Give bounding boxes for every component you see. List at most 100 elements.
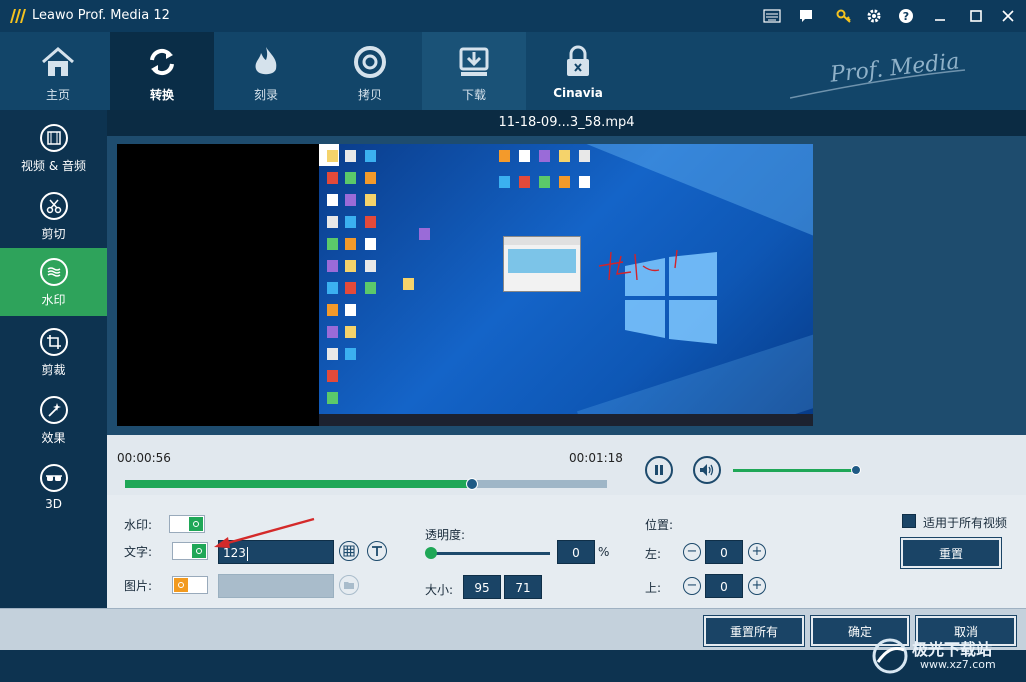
opacity-input[interactable]: 0 bbox=[557, 540, 595, 564]
desktop-app-icon bbox=[365, 260, 376, 272]
opacity-slider[interactable] bbox=[430, 552, 550, 555]
tab-download[interactable]: 下载 bbox=[422, 32, 526, 110]
left-increase-button[interactable]: + bbox=[748, 543, 766, 561]
top-label: 上: bbox=[645, 581, 662, 595]
desktop-app-icon bbox=[327, 304, 338, 316]
scissors-icon bbox=[39, 192, 68, 220]
reset-button[interactable]: 重置 bbox=[900, 537, 1002, 569]
tab-home[interactable]: 主页 bbox=[6, 32, 110, 110]
volume-slider[interactable] bbox=[733, 469, 857, 472]
message-icon[interactable] bbox=[796, 6, 816, 26]
site-watermark: 极光下载站 www.xz7.com bbox=[870, 630, 1020, 678]
desktop-app-icon bbox=[327, 194, 338, 206]
desktop-app-icon bbox=[539, 176, 550, 188]
desktop-app-icon bbox=[345, 304, 356, 316]
image-toggle[interactable] bbox=[172, 576, 208, 594]
tab-convert-label: 转换 bbox=[149, 88, 174, 102]
left-value: 0 bbox=[720, 546, 728, 560]
burn-icon bbox=[246, 44, 286, 80]
reset-all-button[interactable]: 重置所有 bbox=[703, 615, 805, 647]
progress-handle[interactable] bbox=[466, 478, 479, 490]
top-value: 0 bbox=[720, 580, 728, 594]
reset-all-label: 重置所有 bbox=[729, 624, 778, 639]
minus-icon: − bbox=[686, 544, 698, 559]
sidebar-item-watermark[interactable]: 水印 bbox=[0, 248, 107, 316]
reset-label: 重置 bbox=[938, 546, 963, 561]
desktop-app-icon bbox=[365, 238, 376, 250]
top-input[interactable]: 0 bbox=[705, 574, 743, 598]
color-palette-button[interactable] bbox=[339, 541, 359, 561]
sidebar-item-video-audio[interactable]: 视频 & 音频 bbox=[0, 114, 107, 182]
volume-handle[interactable] bbox=[851, 465, 861, 475]
desktop-app-icon bbox=[345, 238, 356, 250]
gear-icon[interactable] bbox=[864, 6, 884, 26]
watermark-toggle[interactable] bbox=[169, 515, 205, 533]
desktop-app-icon bbox=[327, 238, 338, 250]
size-height-input[interactable]: 71 bbox=[504, 575, 542, 599]
sidebar-item-crop[interactable]: 剪裁 bbox=[0, 318, 107, 386]
tab-copy[interactable]: 拷贝 bbox=[318, 32, 422, 110]
maximize-icon[interactable] bbox=[966, 6, 986, 26]
opacity-handle[interactable] bbox=[425, 547, 437, 559]
desktop-app-icon bbox=[365, 282, 376, 294]
sidebar-item-effect[interactable]: 效果 bbox=[0, 386, 107, 454]
size-label: 大小: bbox=[425, 583, 454, 597]
site-name: 极光下载站 bbox=[912, 640, 993, 659]
progress-track[interactable] bbox=[125, 478, 607, 490]
film-icon bbox=[39, 124, 68, 152]
top-decrease-button[interactable]: − bbox=[683, 577, 701, 595]
sidebar-item-label: 剪裁 bbox=[41, 363, 66, 377]
opacity-value: 0 bbox=[572, 546, 580, 560]
image-path-input[interactable] bbox=[218, 574, 334, 598]
watermark-icon bbox=[39, 258, 68, 286]
plus-icon: + bbox=[751, 578, 763, 593]
apply-all-checkbox[interactable] bbox=[902, 514, 916, 528]
close-icon[interactable] bbox=[998, 6, 1018, 26]
left-decrease-button[interactable]: − bbox=[683, 543, 701, 561]
desktop-app-icon bbox=[559, 176, 570, 188]
key-icon[interactable] bbox=[834, 6, 854, 26]
home-icon bbox=[38, 44, 78, 80]
annotation-arrow bbox=[214, 517, 315, 548]
svg-text:?: ? bbox=[903, 10, 909, 23]
video-preview[interactable] bbox=[117, 144, 813, 426]
desktop-app-icon bbox=[345, 282, 356, 294]
total-time: 00:01:18 bbox=[569, 451, 623, 465]
handwriting-mark bbox=[598, 249, 678, 281]
font-button[interactable] bbox=[367, 541, 387, 561]
help-icon[interactable]: ? bbox=[896, 6, 916, 26]
crop-icon bbox=[39, 328, 68, 356]
text-toggle[interactable] bbox=[172, 542, 208, 560]
desktop-app-icon bbox=[499, 176, 510, 188]
sidebar-item-trim[interactable]: 剪切 bbox=[0, 182, 107, 250]
editor-main: 11-18-09...3_58.mp4 00:00:56 00:01:18 水印… bbox=[107, 110, 1026, 608]
image-label: 图片: bbox=[124, 579, 153, 593]
tab-convert[interactable]: 转换 bbox=[110, 32, 214, 110]
sidebar-item-label: 效果 bbox=[41, 431, 66, 445]
keyboard-icon[interactable] bbox=[762, 6, 782, 26]
desktop-app-icon bbox=[345, 216, 356, 228]
browse-image-button[interactable] bbox=[339, 575, 359, 595]
file-name: 11-18-09...3_58.mp4 bbox=[498, 115, 635, 130]
position-label: 位置: bbox=[645, 518, 674, 532]
sidebar-item-3d[interactable]: 3D bbox=[0, 454, 107, 522]
desktop-app-icon bbox=[327, 172, 338, 184]
watermark-settings: 水印: 文字: 123 图片: 透明度: 0 % 大小: 95 71 位置: 左… bbox=[107, 495, 1026, 608]
size-width-input[interactable]: 95 bbox=[463, 575, 501, 599]
tab-burn[interactable]: 刻录 bbox=[214, 32, 318, 110]
leawo-logo-icon bbox=[10, 9, 26, 23]
top-increase-button[interactable]: + bbox=[748, 577, 766, 595]
desktop-app-icon bbox=[559, 150, 570, 162]
taskbar bbox=[319, 414, 813, 426]
tab-cinavia[interactable]: Cinavia bbox=[526, 32, 630, 110]
desktop-app-icon bbox=[345, 172, 356, 184]
left-input[interactable]: 0 bbox=[705, 540, 743, 564]
pause-button[interactable] bbox=[645, 456, 673, 484]
volume-button[interactable] bbox=[693, 456, 721, 484]
desktop-app-icon bbox=[365, 150, 376, 162]
apply-all-label: 适用于所有视频 bbox=[923, 516, 1008, 530]
copy-disc-icon bbox=[350, 44, 390, 80]
tab-burn-label: 刻录 bbox=[253, 88, 278, 102]
minimize-icon[interactable] bbox=[930, 6, 950, 26]
playback-bar: 00:00:56 00:01:18 bbox=[107, 435, 1026, 495]
